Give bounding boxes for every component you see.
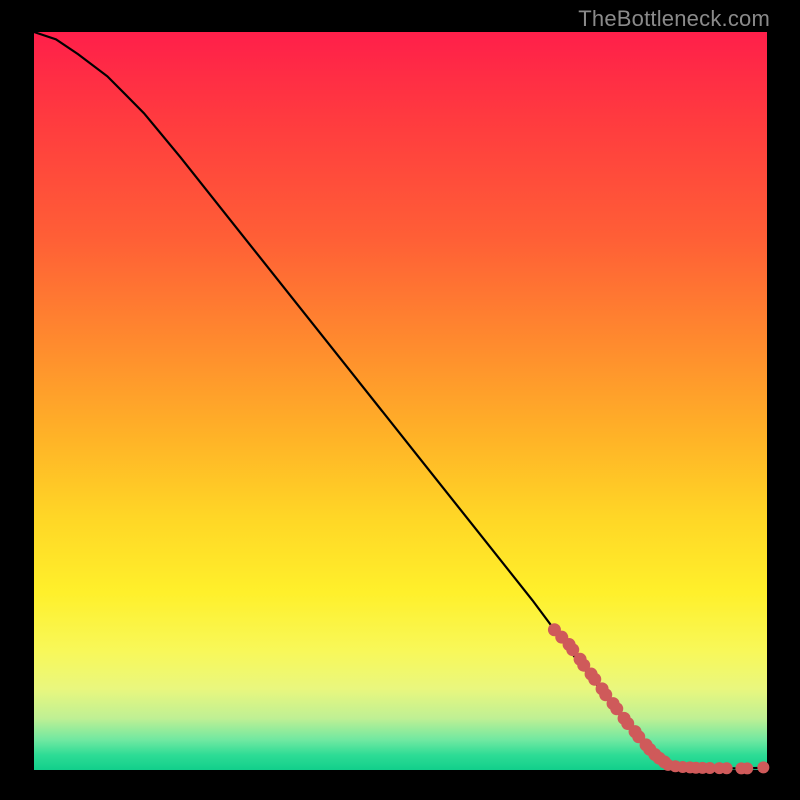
watermark-text: TheBottleneck.com (578, 6, 770, 32)
plot-area (34, 32, 767, 770)
bottleneck-curve (34, 32, 767, 769)
chart-frame: TheBottleneck.com (0, 0, 800, 800)
data-point (721, 762, 733, 774)
data-point (741, 762, 753, 774)
data-markers (548, 623, 769, 774)
data-point (757, 761, 769, 773)
chart-svg (34, 32, 767, 770)
